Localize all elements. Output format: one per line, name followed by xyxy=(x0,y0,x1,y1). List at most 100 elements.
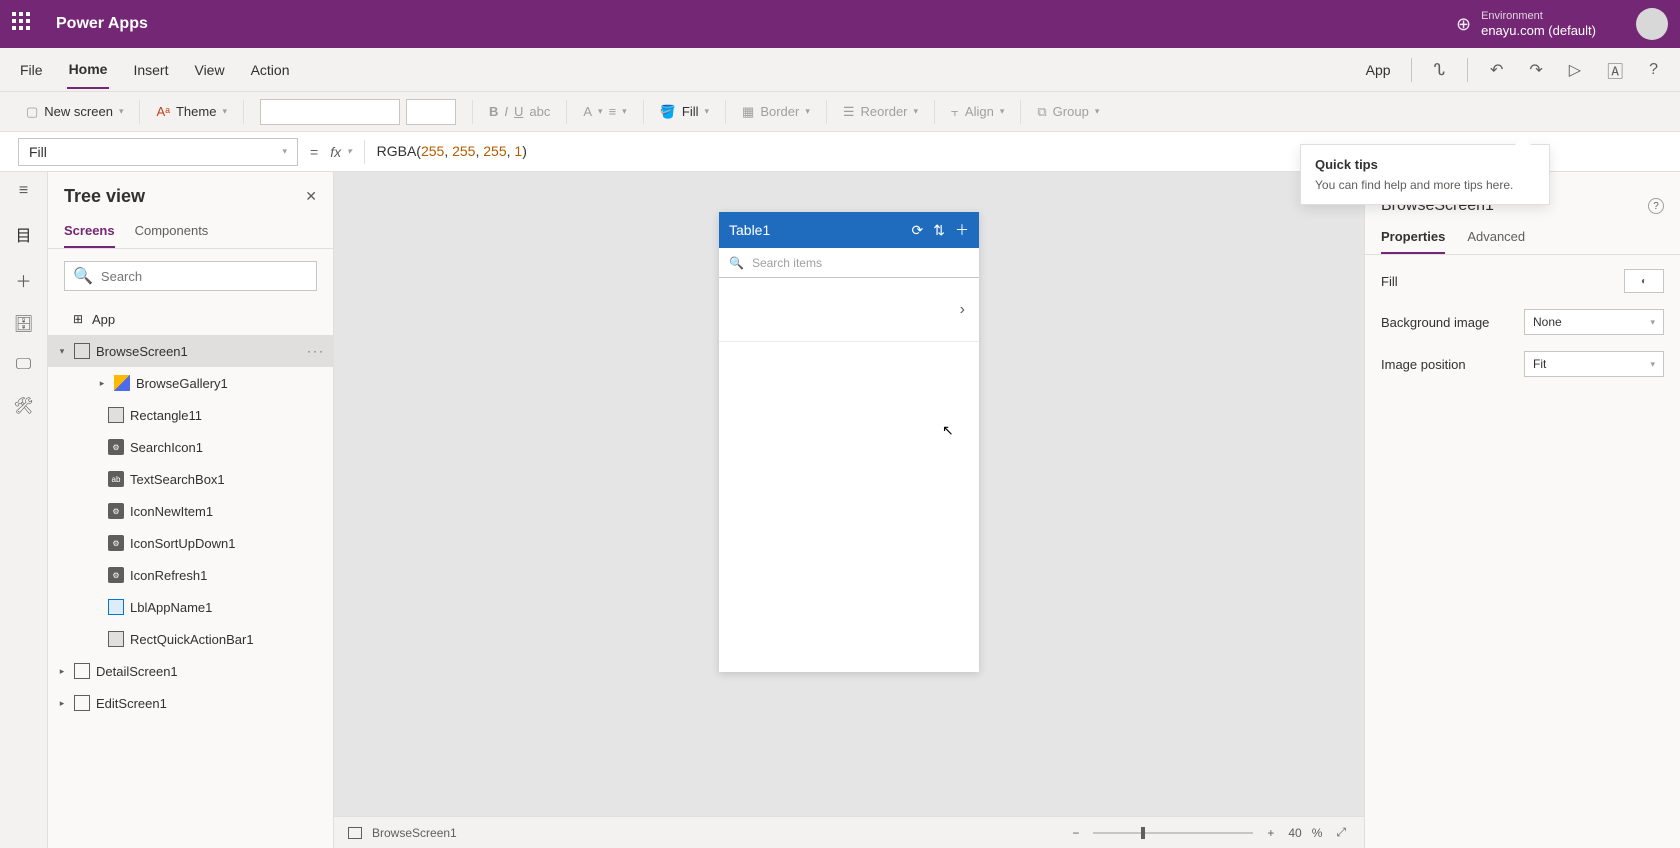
tree-node-gallery[interactable]: ▸ BrowseGallery1 xyxy=(48,367,333,399)
rail-data-icon[interactable]: 🗄 xyxy=(13,314,33,334)
prop-row-fill: Fill ◐ xyxy=(1381,269,1664,293)
prop-tab-advanced[interactable]: Advanced xyxy=(1467,229,1525,254)
menu-file[interactable]: File xyxy=(18,52,45,88)
tree-panel: Tree view ✕ Screens Components 🔍 ⊞ App ▾… xyxy=(48,172,334,848)
control-icon: ⚙ xyxy=(108,535,124,551)
left-rail: ≡ ⽬ ＋ 🗄 🖵 🛠 xyxy=(0,172,48,848)
group-button[interactable]: Group▾ xyxy=(1053,104,1100,119)
reorder-icon: ☰ xyxy=(843,104,855,120)
add-icon[interactable]: ＋ xyxy=(955,220,969,240)
fit-screen-icon[interactable]: ⤢ xyxy=(1332,825,1350,840)
phone-search-placeholder: Search items xyxy=(752,256,822,270)
zoom-out-button[interactable]: − xyxy=(1068,826,1083,840)
quick-tips-tooltip: Quick tips You can find help and more ti… xyxy=(1300,144,1550,205)
undo-icon[interactable]: ↶ xyxy=(1486,56,1507,84)
rail-insert-icon[interactable]: ＋ xyxy=(15,268,31,292)
tree-tab-screens[interactable]: Screens xyxy=(64,215,115,248)
tree-node-rectquickactionbar1[interactable]: RectQuickActionBar1 xyxy=(48,623,333,655)
italic-button[interactable]: I xyxy=(504,104,508,119)
tree-node-iconsortupdown1[interactable]: ⚙ IconSortUpDown1 xyxy=(48,527,333,559)
phone-search-row[interactable]: 🔍 Search items xyxy=(719,248,979,278)
zoom-value: 40 xyxy=(1288,826,1301,840)
tree-close-icon[interactable]: ✕ xyxy=(305,188,317,205)
chevron-right-icon[interactable]: ▸ xyxy=(56,698,68,709)
sort-icon[interactable]: ⇅ xyxy=(933,222,945,239)
gallery-row[interactable]: › xyxy=(719,278,979,342)
bold-button[interactable]: B xyxy=(489,104,498,119)
theme-icon: Aᵃ xyxy=(156,104,170,119)
tree-search-input[interactable] xyxy=(101,269,308,284)
zoom-slider[interactable] xyxy=(1093,832,1253,834)
tree-node-textsearchbox1[interactable]: ab TextSearchBox1 xyxy=(48,463,333,495)
more-icon[interactable]: ··· xyxy=(307,344,325,358)
bgimage-dropdown[interactable]: None▾ xyxy=(1524,309,1664,335)
menu-home[interactable]: Home xyxy=(67,51,110,89)
font-color-button[interactable]: A▾ xyxy=(583,104,602,119)
border-button[interactable]: Border▾ xyxy=(760,104,810,119)
prop-tab-properties[interactable]: Properties xyxy=(1381,229,1445,254)
font-family-select[interactable] xyxy=(260,99,400,125)
align-button[interactable]: Align▾ xyxy=(965,104,1004,119)
rectangle-icon xyxy=(108,407,124,423)
redo-icon[interactable]: ↷ xyxy=(1525,56,1546,84)
underline-button[interactable]: U xyxy=(514,104,523,119)
fill-button[interactable]: Fill▾ xyxy=(682,104,709,119)
tree-tab-components[interactable]: Components xyxy=(135,215,209,248)
menu-view[interactable]: View xyxy=(192,52,226,88)
share-icon[interactable]: 🄰 xyxy=(1603,54,1627,86)
tree-node-app[interactable]: ⊞ App xyxy=(48,303,333,335)
theme-button[interactable]: Theme▾ xyxy=(176,104,227,119)
tree-node-lblappname1[interactable]: LblAppName1 xyxy=(48,591,333,623)
tree-node-iconnewitem1[interactable]: ⚙ IconNewItem1 xyxy=(48,495,333,527)
user-avatar[interactable] xyxy=(1636,8,1668,40)
footer-screen-name: BrowseScreen1 xyxy=(372,826,457,840)
zoom-in-button[interactable]: + xyxy=(1263,826,1278,840)
screen-icon xyxy=(74,343,90,359)
menu-action[interactable]: Action xyxy=(249,52,292,88)
property-dropdown[interactable]: Fill▾ xyxy=(18,138,298,166)
tree-node-iconrefresh1[interactable]: ⚙ IconRefresh1 xyxy=(48,559,333,591)
phone-preview[interactable]: Table1 ⟳ ⇅ ＋ 🔍 Search items › xyxy=(719,212,979,672)
menu-insert[interactable]: Insert xyxy=(131,52,170,88)
quick-tips-body: You can find help and more tips here. xyxy=(1315,178,1535,192)
tree-search[interactable]: 🔍 xyxy=(64,261,317,291)
new-screen-button[interactable]: New screen▾ xyxy=(44,104,123,119)
screen-icon xyxy=(74,695,90,711)
prop-row-imgpos: Image position Fit▾ xyxy=(1381,351,1664,377)
font-size-select[interactable] xyxy=(406,99,456,125)
chevron-down-icon[interactable]: ▾ xyxy=(56,346,68,357)
chevron-right-icon[interactable]: ▸ xyxy=(96,378,108,389)
equals-label: = xyxy=(310,144,318,160)
reorder-button[interactable]: Reorder▾ xyxy=(861,104,919,119)
tree-node-editscreen[interactable]: ▸ EditScreen1 xyxy=(48,687,333,719)
label-icon xyxy=(108,599,124,615)
help-icon[interactable]: ? xyxy=(1645,57,1662,83)
formula-input[interactable]: RGBA(255, 255, 255, 1) xyxy=(377,143,527,160)
rail-tools-icon[interactable]: 🛠 xyxy=(13,396,33,416)
quick-tips-title: Quick tips xyxy=(1315,157,1535,172)
tree-node-searchicon1[interactable]: ⚙ SearchIcon1 xyxy=(48,431,333,463)
imgpos-dropdown[interactable]: Fit▾ xyxy=(1524,351,1664,377)
strikethrough-button[interactable]: abc xyxy=(529,104,550,119)
fill-bucket-icon: 🪣 xyxy=(660,104,676,120)
waffle-icon[interactable] xyxy=(12,12,36,36)
tree-node-browsescreen[interactable]: ▾ BrowseScreen1 ··· xyxy=(48,335,333,367)
app-checker-icon[interactable]: ᔐ xyxy=(1430,56,1449,84)
tree-node-detailscreen[interactable]: ▸ DetailScreen1 xyxy=(48,655,333,687)
fx-button[interactable]: fx▾ xyxy=(330,144,351,160)
chevron-right-icon[interactable]: ▸ xyxy=(56,666,68,677)
text-align-button[interactable]: ≡▾ xyxy=(609,104,627,119)
info-icon[interactable]: ? xyxy=(1648,198,1664,214)
tree-node-rectangle11[interactable]: Rectangle11 xyxy=(48,399,333,431)
canvas-stage[interactable]: Table1 ⟳ ⇅ ＋ 🔍 Search items › ↖ xyxy=(334,172,1364,816)
environment-label: Environment xyxy=(1481,10,1596,23)
fill-color-swatch[interactable]: ◐ xyxy=(1624,269,1664,293)
refresh-icon[interactable]: ⟳ xyxy=(912,222,924,239)
play-icon[interactable]: ▷ xyxy=(1565,56,1585,84)
rail-tree-icon[interactable]: ⽬ xyxy=(15,222,31,246)
rail-hamburger-icon[interactable]: ≡ xyxy=(19,182,28,200)
rail-media-icon[interactable]: 🖵 xyxy=(16,356,31,374)
app-settings-button[interactable]: App xyxy=(1364,52,1393,88)
environment-picker[interactable]: ⊕ Environment enayu.com (default) xyxy=(1456,10,1596,39)
app-title: Power Apps xyxy=(56,15,148,33)
